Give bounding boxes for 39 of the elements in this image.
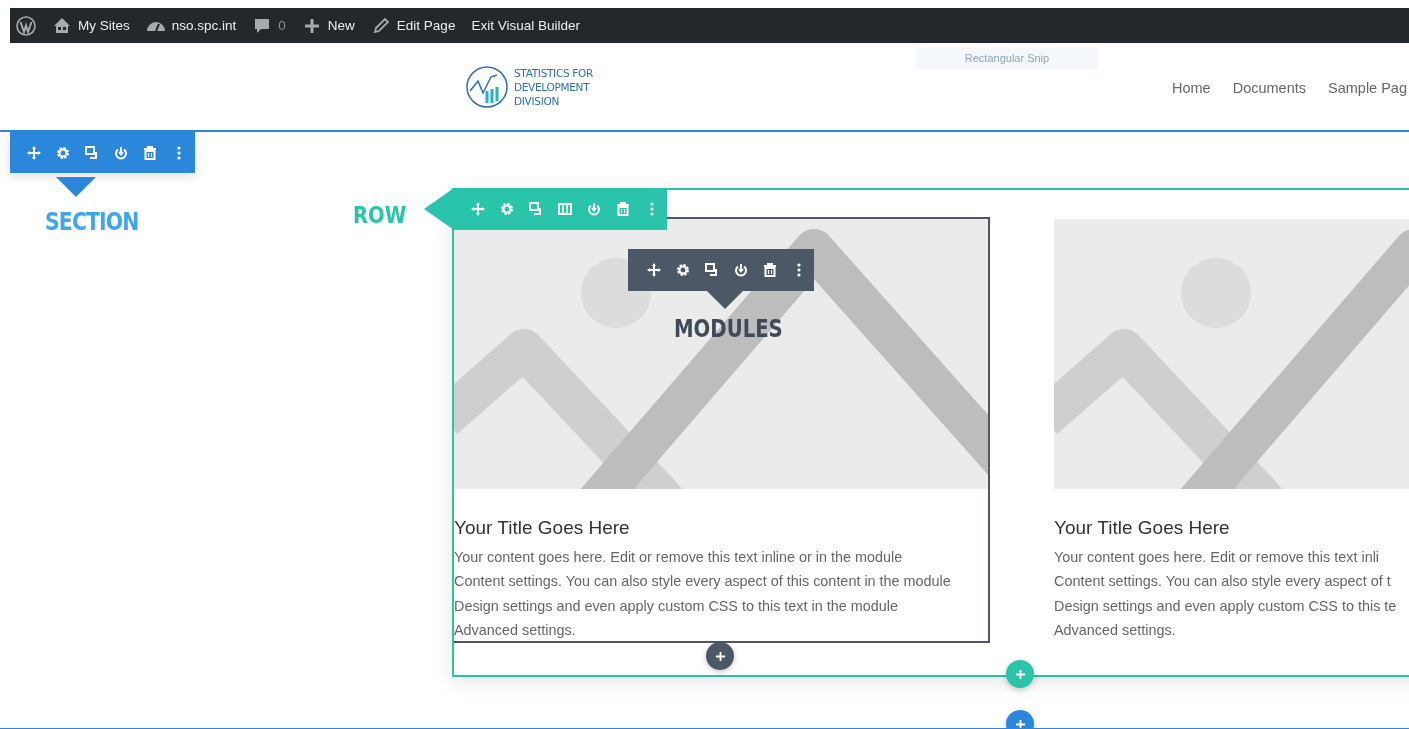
nav-link[interactable]: Home [1171, 79, 1211, 96]
duplicate-icon[interactable] [704, 262, 720, 278]
modules-label: MODULES [674, 315, 783, 343]
admin-bar-item[interactable] [16, 15, 36, 36]
module-title: Your Title Goes Here [1054, 517, 1231, 539]
section-label: SECTION [45, 208, 139, 236]
plus-icon [1014, 718, 1026, 728]
plus-icon [1014, 668, 1026, 680]
plus-icon [714, 650, 726, 662]
admin-bar-item[interactable]: Edit Page [370, 15, 456, 36]
nav-link[interactable]: Documents [1232, 79, 1306, 96]
power-icon[interactable] [733, 262, 749, 278]
admin-bar-item[interactable]: My Sites [52, 15, 130, 36]
duplicate-icon[interactable] [84, 144, 100, 161]
add-module-button[interactable] [706, 642, 734, 670]
admin-bar-item[interactable]: nso.spc.int [145, 18, 237, 33]
move-icon[interactable] [646, 262, 662, 278]
row-label: ROW [353, 202, 407, 228]
settings-icon[interactable] [55, 144, 71, 161]
snip-tooltip: Rectangular Snip [916, 47, 1098, 69]
settings-icon[interactable] [675, 262, 691, 278]
logo-icon [465, 64, 509, 109]
module-text: Your content goes here. Edit or remove this text inline or in the module Content settings. You can also style every aspect of this content in the module Design settings and even apply custom CSS to this text in the module Advanced settings. [454, 548, 952, 640]
power-icon[interactable] [113, 144, 129, 161]
logo-text: STATISTICS FOR DEVELOPMENT DIVISION [514, 65, 594, 108]
gauge-icon [145, 20, 166, 31]
admin-bar-item[interactable]: New [301, 15, 355, 36]
admin-bar-link[interactable]: Exit Visual Builder [471, 18, 580, 33]
admin-bar-item[interactable]: 0 [252, 15, 286, 36]
delete-icon[interactable] [142, 144, 158, 161]
wordpress-logo-icon [16, 15, 36, 36]
move-icon[interactable] [26, 144, 42, 161]
module-text: Your content goes here. Edit or remove this text inli Content settings. You can also style every aspect of t Design settings and even apply custom CSS to this te Advanced settings. [1054, 548, 1398, 640]
nav-link[interactable]: Sample Pag [1328, 79, 1407, 96]
add-row-button[interactable] [1006, 660, 1034, 688]
delete-icon[interactable] [762, 262, 778, 278]
site-logo[interactable]: STATISTICS FOR DEVELOPMENT DIVISION [465, 64, 594, 109]
module-title: Your Title Goes Here [454, 517, 631, 539]
columns-icon[interactable] [557, 201, 573, 217]
